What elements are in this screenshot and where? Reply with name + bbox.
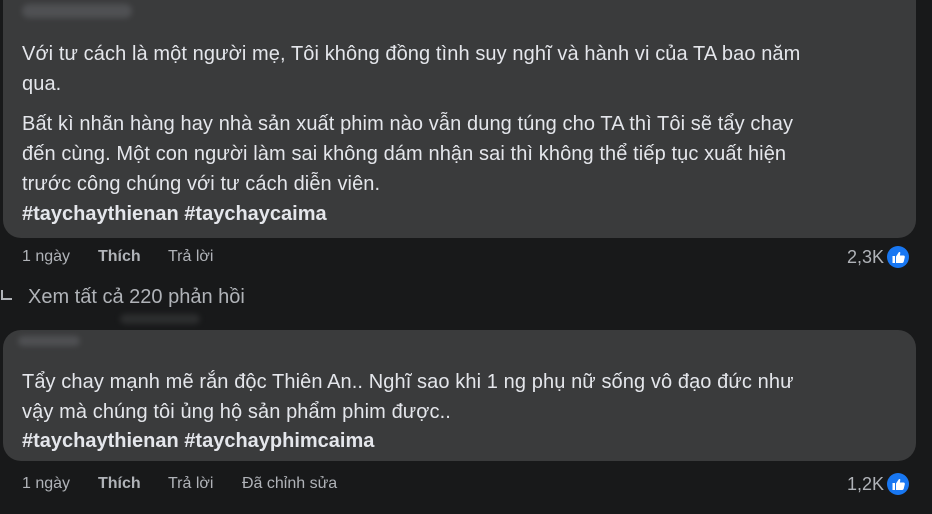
comment-text-line: Bất kì nhãn hàng hay nhà sản xuất phim n… xyxy=(22,113,794,135)
blurred-author-name xyxy=(22,4,132,18)
blurred-avatar-edge xyxy=(120,314,200,324)
like-button[interactable]: Thích xyxy=(98,475,168,493)
reaction-count-value: 1,2K xyxy=(846,473,884,494)
reaction-count[interactable]: 2,3K xyxy=(847,245,910,269)
reply-arrow-icon xyxy=(1,289,12,300)
edited-label[interactable]: Đã chỉnh sửa xyxy=(242,475,337,493)
reaction-count[interactable]: 1,2K xyxy=(847,472,910,496)
like-button[interactable]: Thích xyxy=(98,248,168,266)
thumbs-up-icon xyxy=(887,246,909,268)
view-all-replies-link[interactable]: Xem tất cả 220 phản hồi xyxy=(0,286,245,309)
blurred-author-name xyxy=(18,336,80,346)
comment-text-line: qua. xyxy=(22,73,62,95)
comment-text-line: Với tư cách là một người mẹ, Tôi không đ… xyxy=(22,43,801,65)
comment-timestamp[interactable]: 1 ngày xyxy=(22,475,98,493)
thumbs-up-icon xyxy=(887,473,909,495)
comment-text-line: Tẩy chay mạnh mẽ rắn độc Thiên An.. Nghĩ… xyxy=(22,371,794,393)
comment-hashtags[interactable]: #taychaythienan #taychayphimcaima xyxy=(22,427,374,455)
facebook-comments-panel: Với tư cách là một người mẹ, Tôi không đ… xyxy=(0,0,932,514)
comment-hashtags[interactable]: #taychaythienan #taychaycaima xyxy=(22,200,327,228)
reply-button[interactable]: Trả lời xyxy=(168,475,242,493)
comment-actions: 1 ngày Thích Trả lời Đã chỉnh sửa xyxy=(22,475,337,493)
comment-timestamp[interactable]: 1 ngày xyxy=(22,248,98,266)
comment-text-line: trước công chúng với tư cách diễn viên. xyxy=(22,173,381,195)
comment-text-line: đến cùng. Một con người làm sai không dá… xyxy=(22,143,787,165)
reaction-count-value: 2,3K xyxy=(846,246,884,267)
view-replies-label: Xem tất cả 220 phản hồi xyxy=(28,286,245,308)
reply-button[interactable]: Trả lời xyxy=(168,248,242,266)
comment-text-line: vậy mà chúng tôi ủng hộ sản phẩm phim đư… xyxy=(22,401,451,423)
comment-actions: 1 ngày Thích Trả lời xyxy=(22,248,242,266)
